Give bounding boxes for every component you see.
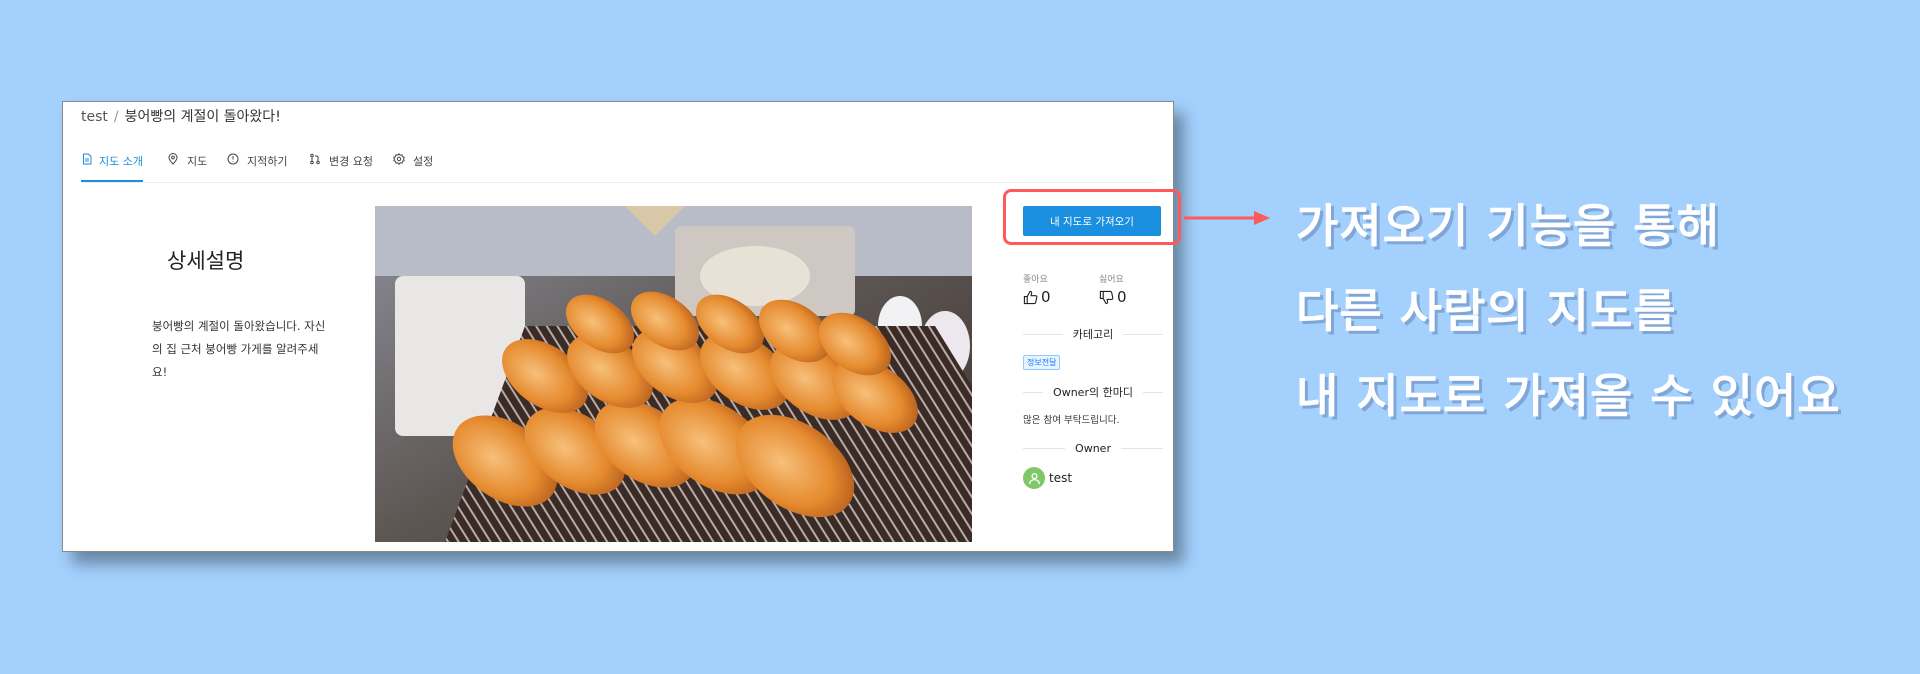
pull-request-icon: [309, 153, 323, 167]
gear-icon: [393, 153, 407, 167]
file-text-icon: [81, 153, 93, 167]
like-label: 좋아요: [1023, 275, 1048, 285]
description-body: 붕어빵의 계절이 돌아왔습니다. 자신의 집 근처 붕어빵 가게를 알려주세요!: [152, 319, 326, 379]
dislike-label: 싫어요: [1099, 275, 1124, 285]
owner-profile[interactable]: test: [1023, 467, 1072, 489]
owner-heading: Owner: [1023, 441, 1163, 455]
avatar: [1023, 467, 1045, 489]
category-tag: 정보전달: [1023, 355, 1061, 370]
tab-report[interactable]: 지적하기: [227, 150, 287, 182]
like-button[interactable]: 0: [1023, 288, 1051, 306]
tab-label: 설정: [413, 155, 434, 168]
owner-name: test: [1049, 471, 1073, 485]
tab-map[interactable]: 지도: [167, 150, 207, 182]
thumbs-up-icon: [1023, 290, 1038, 304]
tab-intro[interactable]: 지도 소개: [81, 150, 143, 182]
tab-bar: 지도 소개 지도 지적하기 변경 요청 설정: [81, 150, 1155, 183]
user-icon: [1028, 472, 1040, 484]
tab-label: 지적하기: [247, 155, 288, 168]
comment-heading: Owner의 한마디: [1023, 385, 1163, 399]
map-pin-icon: [167, 153, 181, 167]
like-count: 0: [1041, 288, 1051, 306]
caption-line-2: 다른 사람의 지도를: [1296, 284, 1677, 338]
breadcrumb-title: 붕어빵의 계절이 돌아왔다!: [124, 109, 281, 125]
category-heading: 카테고리: [1023, 327, 1163, 341]
tab-label: 지도: [187, 155, 208, 168]
dislike-button[interactable]: 0: [1099, 288, 1127, 306]
thumbs-down-icon: [1099, 290, 1114, 304]
caption-line-1: 가져오기 기능을 통해: [1296, 199, 1720, 253]
breadcrumb-user[interactable]: test: [81, 109, 108, 125]
cover-image: [375, 206, 972, 542]
dislike-count: 0: [1117, 288, 1127, 306]
owner-comment: 많은 참여 부탁드립니다.: [1023, 415, 1120, 426]
caption-line-3: 내 지도로 가져올 수 있어요: [1296, 369, 1841, 423]
tab-label: 변경 요청: [329, 155, 373, 168]
alert-circle-icon: [227, 153, 241, 167]
map-detail-window: test / 붕어빵의 계절이 돌아왔다! 지도 소개 지도 지적하기 변경 요청: [62, 101, 1174, 552]
arrow-right-icon: [1184, 211, 1270, 225]
breadcrumb-separator: /: [113, 109, 119, 125]
description-title: 상세설명: [167, 249, 245, 273]
import-button-highlight: [1003, 189, 1181, 245]
tab-label: 지도 소개: [99, 155, 143, 168]
tab-settings[interactable]: 설정: [393, 150, 433, 182]
tab-change-request[interactable]: 변경 요청: [309, 150, 373, 182]
breadcrumb: test / 붕어빵의 계절이 돌아왔다!: [81, 106, 281, 126]
